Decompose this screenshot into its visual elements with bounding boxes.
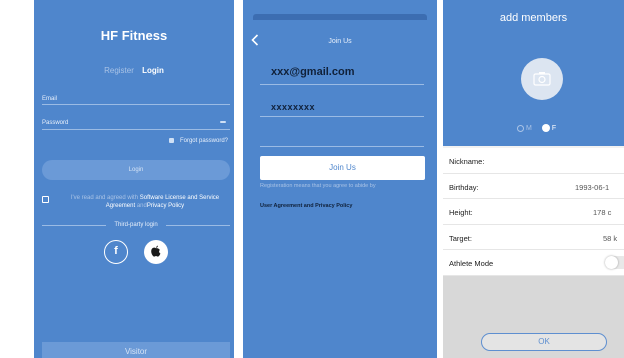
athlete-mode-row: Athlete Mode [443, 250, 624, 276]
email-field[interactable] [42, 104, 230, 105]
facebook-icon: f [114, 245, 118, 257]
user-agreement-link[interactable]: User Agreement and Privacy Policy [260, 203, 435, 209]
app-title: HF Fitness [100, 28, 168, 43]
password-underline [260, 116, 424, 117]
join-us-button[interactable]: Join Us [260, 156, 425, 180]
lock-icon [168, 138, 174, 143]
birthday-row[interactable]: Birthday: 1993-06-1 [443, 174, 624, 199]
birthday-label: Birthday: [449, 182, 479, 192]
male-radio-icon[interactable] [517, 124, 524, 132]
auth-tabs: Register Login [34, 66, 234, 75]
target-label: Target: [449, 233, 472, 243]
forgot-password-link[interactable]: Forgot password? [168, 138, 228, 144]
male-label: M [526, 124, 532, 132]
nickname-label: Nickname: [449, 157, 485, 166]
privacy-policy-link[interactable]: Privacy Policy [147, 203, 184, 209]
toggle-knob [605, 256, 618, 269]
athlete-mode-label: Athlete Mode [449, 259, 494, 268]
facebook-login-button[interactable]: f [104, 240, 128, 264]
password-field[interactable] [42, 129, 230, 130]
apple-login-button[interactable] [144, 240, 168, 264]
forgot-password-label: Forgot password? [179, 138, 228, 144]
target-value[interactable]: 58 k [603, 234, 617, 243]
password-input[interactable]: xxxxxxxx [271, 102, 315, 112]
agreement-text: I've read and agreed with Software Licen… [70, 195, 220, 209]
email-underline [260, 84, 424, 85]
third-party-divider: Third-party login [42, 222, 231, 228]
agreement-row: I've read and agreed with Software Licen… [42, 194, 230, 210]
height-label: Height: [449, 208, 473, 217]
add-members-screen: add members M F Nickname: Birthday: 1993… [443, 0, 624, 358]
nickname-row[interactable]: Nickname: [443, 148, 624, 174]
apple-icon [151, 245, 161, 257]
show-password-icon[interactable] [220, 121, 226, 123]
third-party-label: Third-party login [114, 222, 158, 228]
birthday-value[interactable]: 1993-06-1 [575, 183, 609, 192]
agreement-checkbox[interactable] [42, 196, 49, 203]
page-title: Join Us [328, 38, 352, 45]
login-button[interactable]: Login [42, 160, 230, 180]
email-label: Email [42, 96, 58, 102]
gender-selector: M F [517, 124, 556, 132]
tab-login[interactable]: Login [142, 66, 164, 75]
athlete-mode-toggle[interactable] [605, 256, 624, 269]
email-input[interactable]: xxx@gmail.com [271, 66, 354, 78]
height-value[interactable]: 178 c [593, 208, 611, 217]
tab-register[interactable]: Register [104, 66, 134, 75]
target-row[interactable]: Target: 58 k [443, 225, 624, 250]
page-title: add members [499, 12, 568, 24]
camera-icon [533, 72, 551, 86]
visitor-button[interactable]: Visitor [42, 342, 230, 358]
registration-notice: Registeration means that you agree to ab… [260, 183, 376, 189]
join-screen: Join Us xxx@gmail.com xxxxxxxx Join Us R… [243, 0, 437, 358]
avatar-picker[interactable] [521, 58, 563, 100]
ok-button[interactable]: OK [481, 333, 607, 351]
female-label: F [551, 124, 557, 132]
header-accent [253, 14, 427, 20]
members-header: add members M F [443, 0, 624, 146]
password-label: Password [42, 120, 69, 126]
member-form: Nickname: Birthday: 1993-06-1 Height: 17… [443, 148, 624, 276]
confirm-underline[interactable] [260, 146, 424, 147]
height-row[interactable]: Height: 178 c [443, 199, 624, 225]
female-radio-icon[interactable] [541, 124, 550, 132]
login-screen: HF Fitness Register Login Email Password… [34, 0, 234, 358]
